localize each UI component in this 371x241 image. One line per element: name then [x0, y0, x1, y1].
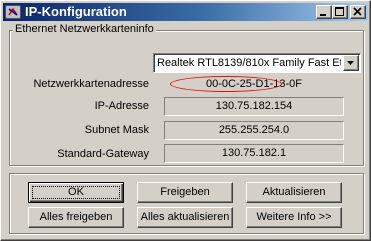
window-title: IP-Konfiguration	[25, 4, 127, 19]
default-gateway-label: Standard-Gateway	[57, 148, 149, 160]
ip-address-value: 130.75.182.154	[164, 97, 344, 116]
maximize-button[interactable]	[332, 5, 348, 19]
renew-all-button-label: Alles aktualisieren	[140, 211, 230, 223]
release-button[interactable]: Freigeben	[137, 182, 233, 203]
renew-button-label: Aktualisieren	[262, 186, 326, 198]
adapter-select[interactable]: Realtek RTL8139/810x Family Fast Eth	[153, 53, 361, 73]
chevron-down-icon	[347, 61, 354, 65]
maximize-icon	[335, 7, 344, 16]
minimize-button[interactable]	[316, 5, 332, 19]
more-info-button-label: Weitere Info >>	[256, 211, 332, 223]
ok-button-label: OK	[68, 186, 84, 198]
dropdown-button[interactable]	[343, 55, 359, 71]
ok-button[interactable]: OK	[28, 182, 124, 203]
adapter-select-value: Realtek RTL8139/810x Family Fast Eth	[157, 57, 341, 69]
group-title: Ethernet Netzwerkkarteninfo	[13, 23, 156, 36]
ip-address-label: IP-Adresse	[94, 100, 149, 112]
release-all-button[interactable]: Alles freigeben	[28, 207, 124, 228]
more-info-button[interactable]: Weitere Info >>	[246, 207, 342, 228]
release-all-button-label: Alles freigeben	[39, 211, 113, 223]
mac-address-label: Netzwerkkartenadresse	[33, 78, 149, 90]
minimize-icon	[320, 14, 326, 16]
close-icon	[353, 7, 362, 16]
mac-address-value: 00-0C-25-D1-13-0F	[164, 75, 344, 94]
title-bar[interactable]: IP-Konfiguration	[3, 3, 368, 21]
subnet-mask-value: 255.255.254.0	[164, 121, 344, 140]
close-button[interactable]	[350, 5, 366, 19]
subnet-mask-label: Subnet Mask	[84, 124, 149, 136]
renew-button[interactable]: Aktualisieren	[246, 182, 342, 203]
ip-config-window: IP-Konfiguration Ethernet Netzwerkkarten…	[0, 0, 371, 241]
network-window-icon	[5, 4, 21, 20]
release-button-label: Freigeben	[160, 186, 210, 198]
default-gateway-value: 130.75.182.1	[164, 144, 344, 163]
renew-all-button[interactable]: Alles aktualisieren	[137, 207, 233, 228]
